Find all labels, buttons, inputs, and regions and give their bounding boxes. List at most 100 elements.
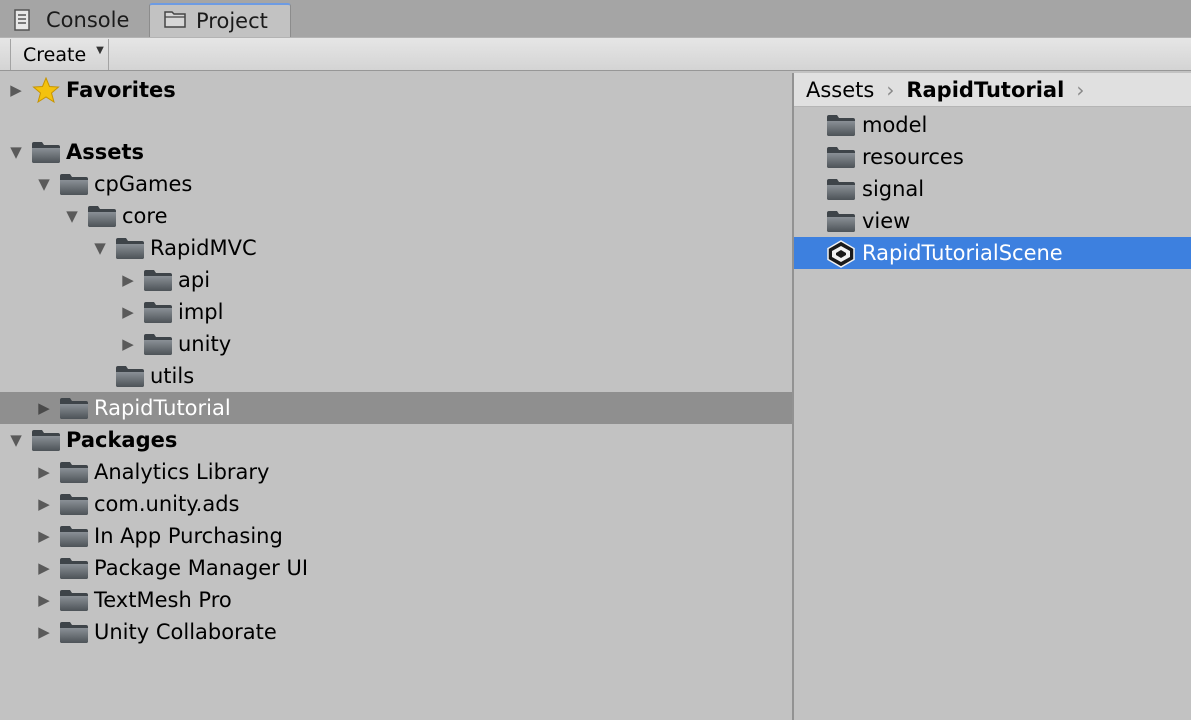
tree-item-core[interactable]: ▼ core <box>0 200 792 232</box>
foldout-collapsed-icon[interactable]: ▶ <box>36 623 52 641</box>
tree-item-analytics-library[interactable]: ▶ Analytics Library <box>0 456 792 488</box>
folder-icon <box>31 140 61 164</box>
tree-label-package-manager-ui: Package Manager UI <box>94 556 309 580</box>
folder-icon <box>143 268 173 292</box>
asset-item-model[interactable]: model <box>794 109 1191 141</box>
tree-item-package-manager-ui[interactable]: ▶ Package Manager UI <box>0 552 792 584</box>
tree-item-com-unity-ads[interactable]: ▶ com.unity.ads <box>0 488 792 520</box>
tree-label-textmesh-pro: TextMesh Pro <box>94 588 232 612</box>
tree-label-cpgames: cpGames <box>94 172 193 196</box>
chevron-right-icon: › <box>1076 77 1085 102</box>
folder-icon <box>31 428 61 452</box>
folder-icon <box>59 492 89 516</box>
tree-label-impl: impl <box>178 300 224 324</box>
star-icon <box>32 76 62 104</box>
tree-item-cpgames[interactable]: ▼ cpGames <box>0 168 792 200</box>
folder-icon <box>115 236 145 260</box>
folder-icon <box>59 396 89 420</box>
folder-icon <box>826 209 856 233</box>
foldout-collapsed-icon[interactable]: ▶ <box>36 527 52 545</box>
foldout-collapsed-icon[interactable]: ▶ <box>36 591 52 609</box>
foldout-collapsed-icon[interactable]: ▶ <box>36 495 52 513</box>
folder-icon <box>87 204 117 228</box>
tab-project-label: Project <box>196 9 268 33</box>
foldout-expanded-icon[interactable]: ▼ <box>92 239 108 257</box>
tree-item-in-app-purchasing[interactable]: ▶ In App Purchasing <box>0 520 792 552</box>
tree-item-favorites[interactable]: ▶ Favorites <box>0 74 792 106</box>
folder-icon <box>59 524 89 548</box>
project-toolbar: Create ▼ <box>0 37 1191 71</box>
asset-label-resources: resources <box>862 145 964 169</box>
chevron-right-icon: › <box>886 77 895 102</box>
tree-item-unity-collaborate[interactable]: ▶ Unity Collaborate <box>0 616 792 648</box>
console-icon <box>14 9 36 31</box>
asset-label-signal: signal <box>862 177 925 201</box>
asset-item-rapidtutorialscene[interactable]: RapidTutorialScene <box>794 237 1191 269</box>
foldout-collapsed-icon[interactable]: ▶ <box>120 335 136 353</box>
foldout-collapsed-icon[interactable]: ▶ <box>36 399 52 417</box>
folder-icon <box>59 588 89 612</box>
breadcrumb-assets[interactable]: Assets <box>806 78 874 102</box>
tree-label-analytics-library: Analytics Library <box>94 460 270 484</box>
asset-item-signal[interactable]: signal <box>794 173 1191 205</box>
folder-icon <box>143 300 173 324</box>
foldout-collapsed-icon[interactable]: ▶ <box>120 271 136 289</box>
folder-icon <box>143 332 173 356</box>
asset-label-view: view <box>862 209 911 233</box>
asset-label-rapidtutorialscene: RapidTutorialScene <box>862 241 1063 265</box>
tree-label-unity-collaborate: Unity Collaborate <box>94 620 277 644</box>
tree-item-impl[interactable]: ▶ impl <box>0 296 792 328</box>
folder-icon <box>59 172 89 196</box>
foldout-expanded-icon[interactable]: ▼ <box>8 143 24 161</box>
dropdown-arrow-icon: ▼ <box>96 45 104 56</box>
tab-project[interactable]: Project <box>149 3 291 37</box>
project-folder-icon <box>164 10 186 32</box>
tree-item-assets[interactable]: ▼ Assets <box>0 136 792 168</box>
foldout-expanded-icon[interactable]: ▼ <box>64 207 80 225</box>
tree-label-rapidmvc: RapidMVC <box>150 236 257 260</box>
tab-console-label: Console <box>46 8 130 32</box>
folder-icon <box>59 556 89 580</box>
tree-label-api: api <box>178 268 211 292</box>
foldout-expanded-icon[interactable]: ▼ <box>36 175 52 193</box>
unity-scene-icon <box>826 240 856 268</box>
folder-icon <box>826 113 856 137</box>
breadcrumb: Assets › RapidTutorial › <box>794 73 1191 107</box>
tree-label-in-app-purchasing: In App Purchasing <box>94 524 283 548</box>
tree-item-unity[interactable]: ▶ unity <box>0 328 792 360</box>
tab-bar: Console Project <box>0 0 1191 37</box>
folder-icon <box>826 145 856 169</box>
folder-icon <box>59 620 89 644</box>
foldout-expanded-icon[interactable]: ▼ <box>8 431 24 449</box>
create-button[interactable]: Create ▼ <box>10 39 109 70</box>
asset-item-resources[interactable]: resources <box>794 141 1191 173</box>
asset-label-model: model <box>862 113 928 137</box>
breadcrumb-rapidtutorial[interactable]: RapidTutorial <box>906 78 1064 102</box>
tree-label-utils: utils <box>150 364 195 388</box>
tree-label-core: core <box>122 204 168 228</box>
tree-item-textmesh-pro[interactable]: ▶ TextMesh Pro <box>0 584 792 616</box>
tree-item-rapidmvc[interactable]: ▼ RapidMVC <box>0 232 792 264</box>
tree-label-packages: Packages <box>66 428 178 452</box>
folder-icon <box>59 460 89 484</box>
tree-label-favorites: Favorites <box>66 78 176 102</box>
tree-label-assets: Assets <box>66 140 145 164</box>
tree-label-rapidtutorial: RapidTutorial <box>94 396 231 420</box>
foldout-collapsed-icon[interactable]: ▶ <box>36 559 52 577</box>
create-button-label: Create <box>23 43 87 66</box>
tree-item-api[interactable]: ▶ api <box>0 264 792 296</box>
foldout-collapsed-icon[interactable]: ▶ <box>120 303 136 321</box>
tree-item-packages[interactable]: ▼ Packages <box>0 424 792 456</box>
tree-item-rapidtutorial[interactable]: ▶ RapidTutorial <box>0 392 792 424</box>
project-tree: ▶ Favorites ▼ Assets ▼ cpGames ▼ core ▼ … <box>0 73 792 720</box>
folder-contents-panel: Assets › RapidTutorial › model resources… <box>794 73 1191 720</box>
tree-label-unity: unity <box>178 332 232 356</box>
folder-icon <box>115 364 145 388</box>
foldout-collapsed-icon[interactable]: ▶ <box>8 81 24 99</box>
tree-label-com-unity-ads: com.unity.ads <box>94 492 240 516</box>
folder-icon <box>826 177 856 201</box>
tree-item-utils[interactable]: utils <box>0 360 792 392</box>
tab-console[interactable]: Console <box>0 3 148 37</box>
foldout-collapsed-icon[interactable]: ▶ <box>36 463 52 481</box>
asset-item-view[interactable]: view <box>794 205 1191 237</box>
